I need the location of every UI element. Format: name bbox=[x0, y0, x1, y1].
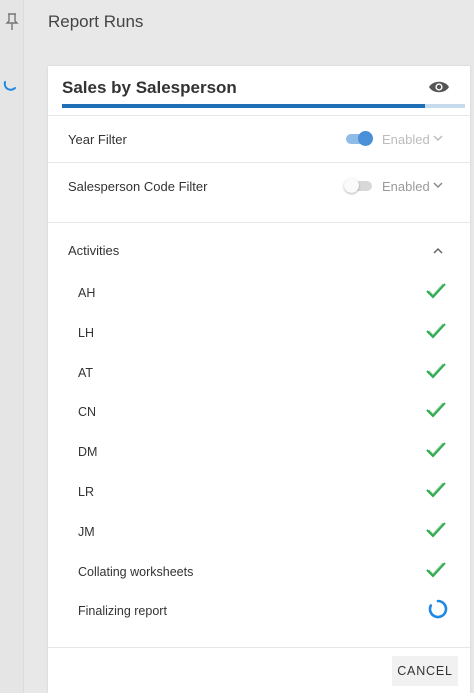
activity-item: Collating worksheets bbox=[48, 558, 470, 598]
loading-spinner-icon bbox=[428, 600, 448, 619]
progress-bar-fill bbox=[62, 104, 425, 108]
activities-header[interactable]: Activities bbox=[48, 223, 470, 279]
eye-icon[interactable] bbox=[428, 79, 450, 95]
filter-row-year: Year Filter Enabled bbox=[48, 116, 470, 163]
report-run-card: Sales by Salesperson Year Filter Enabled… bbox=[48, 66, 470, 693]
filter-row-salesperson-code: Salesperson Code Filter Enabled bbox=[48, 163, 470, 223]
activity-item: LR bbox=[48, 478, 470, 518]
check-icon bbox=[426, 323, 446, 339]
toggle-state-text: Enabled bbox=[382, 132, 430, 147]
activity-item: Finalizing report bbox=[48, 597, 470, 637]
chevron-down-icon[interactable] bbox=[433, 182, 443, 189]
side-rail bbox=[0, 0, 24, 693]
activity-label: Finalizing report bbox=[78, 604, 167, 619]
progress-bar bbox=[62, 104, 465, 108]
toggle-state-text: Enabled bbox=[382, 179, 430, 194]
activity-label: CN bbox=[78, 405, 97, 420]
check-icon bbox=[426, 482, 446, 498]
report-title: Sales by Salesperson bbox=[62, 78, 237, 97]
pin-icon[interactable] bbox=[5, 13, 19, 31]
card-footer: CANCEL bbox=[48, 647, 470, 693]
check-icon bbox=[426, 522, 446, 538]
activity-item: AT bbox=[48, 359, 470, 399]
toggle-knob bbox=[358, 131, 373, 146]
activity-label: AT bbox=[78, 365, 94, 380]
check-icon bbox=[426, 442, 446, 458]
check-icon bbox=[426, 362, 446, 379]
activity-item: CN bbox=[48, 398, 470, 438]
chevron-down-icon[interactable] bbox=[433, 135, 443, 142]
year-filter-toggle[interactable] bbox=[344, 131, 373, 146]
chevron-up-icon[interactable] bbox=[433, 247, 443, 254]
activity-label: LH bbox=[78, 325, 94, 340]
check-icon bbox=[426, 283, 446, 299]
sidebar-spinner-icon bbox=[3, 81, 16, 91]
filter-label: Salesperson Code Filter bbox=[68, 179, 208, 194]
toggle-knob bbox=[344, 178, 359, 193]
activity-label: JM bbox=[78, 524, 95, 539]
activity-label: LR bbox=[78, 484, 94, 499]
card-header: Sales by Salesperson bbox=[48, 66, 470, 116]
activity-label: AH bbox=[78, 286, 96, 300]
check-icon bbox=[426, 561, 446, 578]
activity-label: DM bbox=[78, 445, 98, 460]
activity-label: Collating worksheets bbox=[78, 564, 194, 579]
activity-item: DM bbox=[48, 438, 470, 478]
page-title: Report Runs bbox=[48, 12, 144, 31]
cancel-button[interactable]: CANCEL bbox=[392, 656, 458, 686]
activity-item: AH bbox=[48, 279, 470, 319]
activity-item: LH bbox=[48, 319, 470, 359]
activity-list: AH LH AT CN DM LR JM Collating worksheets Finali… bbox=[48, 279, 470, 637]
check-icon bbox=[426, 402, 446, 418]
activity-item: JM bbox=[48, 518, 470, 558]
activities-label: Activities bbox=[68, 243, 120, 258]
salesperson-code-filter-toggle[interactable] bbox=[344, 178, 372, 193]
filter-label: Year Filter bbox=[68, 132, 127, 147]
